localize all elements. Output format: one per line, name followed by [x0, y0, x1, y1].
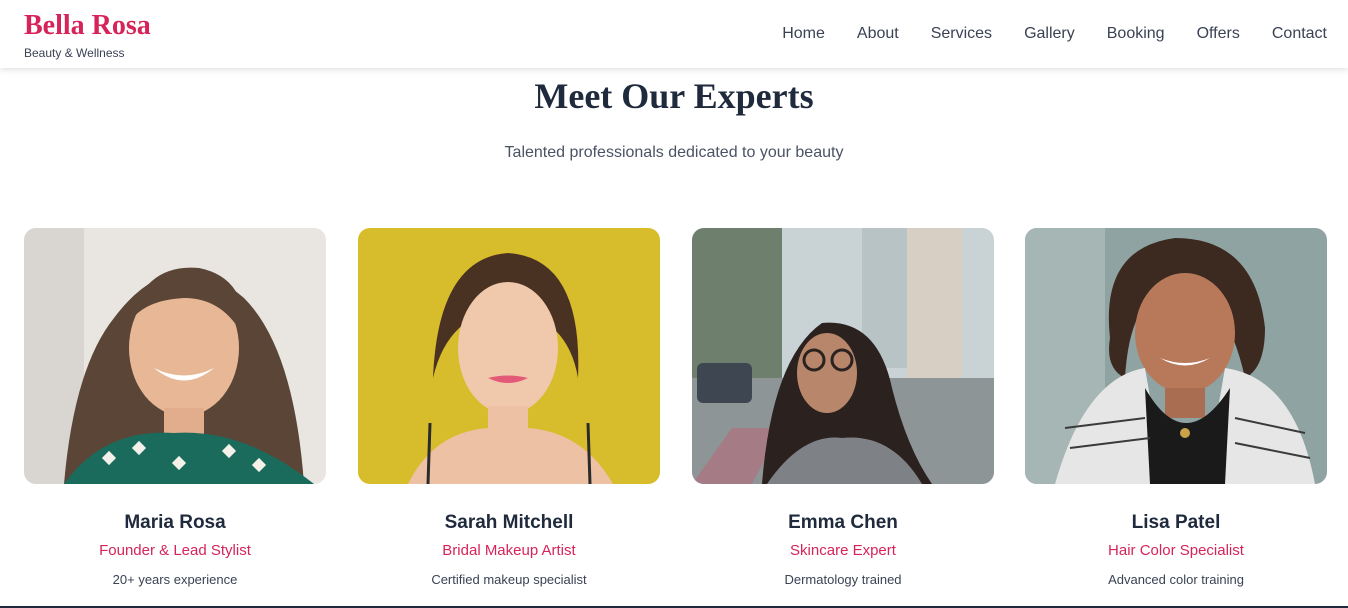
brand-name: Bella Rosa: [24, 10, 151, 41]
section-title: Meet Our Experts: [534, 76, 814, 116]
expert-role: Bridal Makeup Artist: [442, 542, 576, 559]
expert-card: Maria Rosa Founder & Lead Stylist 20+ ye…: [24, 228, 326, 588]
expert-detail: Dermatology trained: [784, 572, 902, 587]
nav-booking[interactable]: Booking: [1107, 24, 1165, 44]
expert-role: Hair Color Specialist: [1108, 542, 1244, 559]
expert-photo: [24, 228, 326, 484]
nav-gallery[interactable]: Gallery: [1024, 24, 1075, 44]
expert-role: Skincare Expert: [790, 542, 896, 559]
expert-detail: Advanced color training: [1108, 572, 1244, 587]
nav-contact[interactable]: Contact: [1272, 24, 1327, 44]
expert-card: Lisa Patel Hair Color Specialist Advance…: [1025, 228, 1327, 588]
nav-offers[interactable]: Offers: [1197, 24, 1240, 44]
expert-role: Founder & Lead Stylist: [99, 542, 251, 559]
expert-detail: 20+ years experience: [112, 572, 238, 587]
main-nav: Home About Services Gallery Booking Offe…: [750, 24, 1327, 44]
expert-detail: Certified makeup specialist: [431, 572, 587, 587]
site-header: Bella Rosa Beauty & Wellness Home About …: [0, 0, 1348, 68]
expert-card: Emma Chen Skincare Expert Dermatology tr…: [692, 228, 994, 588]
expert-card: Sarah Mitchell Bridal Makeup Artist Cert…: [358, 228, 660, 588]
expert-name: Emma Chen: [788, 512, 898, 533]
nav-home[interactable]: Home: [782, 24, 825, 44]
expert-name: Lisa Patel: [1131, 512, 1221, 533]
nav-services[interactable]: Services: [931, 24, 992, 44]
expert-photo: [692, 228, 994, 484]
brand-logo[interactable]: Bella Rosa Beauty & Wellness: [24, 10, 151, 60]
nav-about[interactable]: About: [857, 24, 899, 44]
section-subtitle: Talented professionals dedicated to your…: [504, 144, 844, 161]
expert-photo: [358, 228, 660, 484]
expert-photo: [1025, 228, 1327, 484]
brand-tagline: Beauty & Wellness: [24, 46, 125, 60]
expert-name: Sarah Mitchell: [444, 512, 574, 533]
expert-name: Maria Rosa: [124, 512, 226, 533]
